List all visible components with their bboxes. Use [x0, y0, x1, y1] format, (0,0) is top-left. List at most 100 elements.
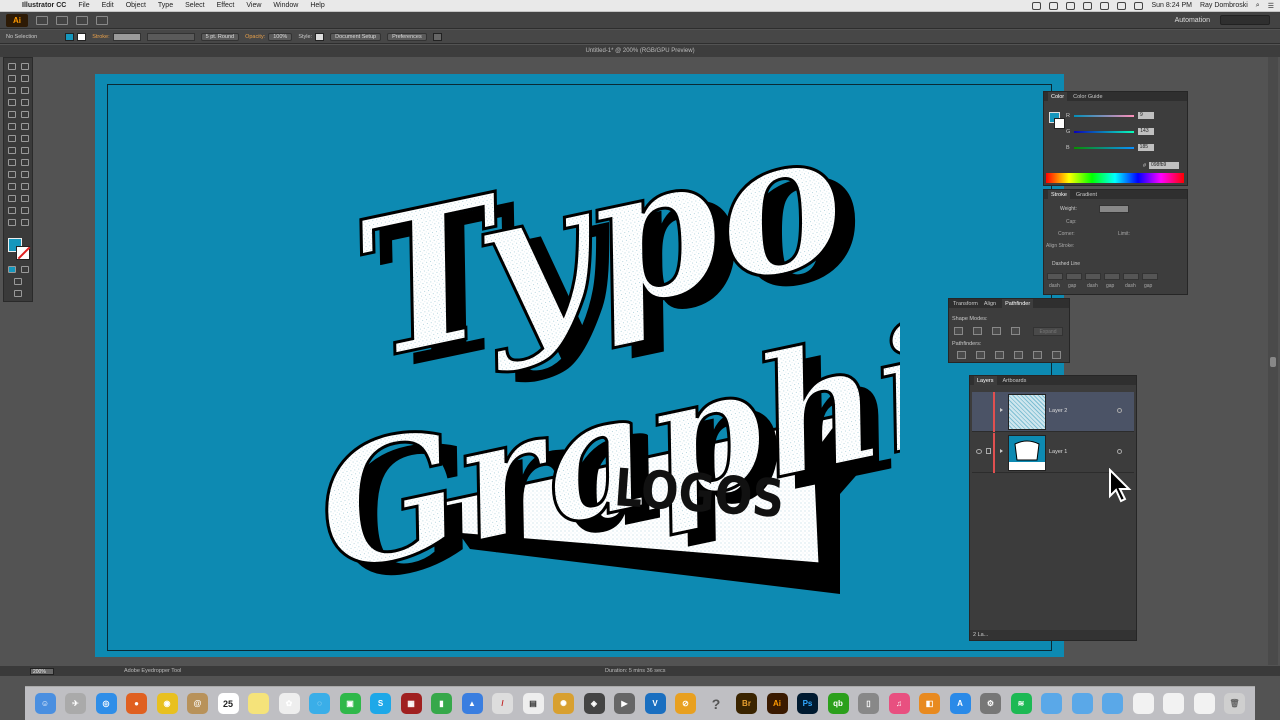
- paintbrush-tool-icon[interactable]: [21, 111, 29, 118]
- shape-builder-tool-icon[interactable]: [8, 159, 16, 166]
- rectangle-tool-icon[interactable]: [8, 111, 16, 118]
- none-mode-icon[interactable]: [21, 266, 29, 273]
- pen-tool-icon[interactable]: [8, 87, 16, 94]
- timemachine-icon[interactable]: [1066, 1, 1076, 10]
- preview-icon[interactable]: ▤: [522, 693, 544, 714]
- numbers-icon[interactable]: ▮: [431, 693, 452, 714]
- gap-field-3[interactable]: [1142, 273, 1158, 280]
- menu-select[interactable]: Select: [179, 2, 210, 9]
- dropbox-icon[interactable]: [1049, 1, 1059, 10]
- gpu-rocket-icon[interactable]: [96, 15, 108, 25]
- r-value[interactable]: 9: [1137, 112, 1154, 119]
- quicktime-icon[interactable]: ▶: [614, 693, 635, 714]
- free-transform-tool-icon[interactable]: [21, 147, 29, 154]
- brush-definition[interactable]: 5 pt. Round: [200, 32, 240, 41]
- messages-icon[interactable]: ◌: [309, 693, 330, 714]
- b-slider[interactable]: [1073, 146, 1134, 149]
- spotify-icon[interactable]: ≋: [1010, 693, 1032, 714]
- menu-file[interactable]: File: [72, 2, 95, 9]
- line-tool-icon[interactable]: [21, 99, 29, 106]
- illustrator-icon[interactable]: Ai: [766, 693, 788, 714]
- document-icon[interactable]: [1163, 693, 1184, 714]
- bluetooth-icon[interactable]: [1083, 1, 1093, 10]
- drawing-mode-icon[interactable]: [14, 278, 22, 285]
- firefox-icon[interactable]: ●: [126, 693, 147, 714]
- scanner-icon[interactable]: ▯: [858, 693, 879, 714]
- gap-field-2[interactable]: [1104, 273, 1120, 280]
- tab-layers[interactable]: Layers: [974, 376, 997, 385]
- direct-selection-tool-icon[interactable]: [21, 63, 29, 70]
- variable-width-profile[interactable]: [146, 32, 195, 41]
- trash-icon[interactable]: 🗑: [1224, 693, 1245, 714]
- notes-icon[interactable]: [248, 693, 269, 714]
- stroke-label[interactable]: Stroke:: [92, 34, 109, 40]
- minus-front-icon[interactable]: [973, 327, 982, 335]
- mesh-tool-icon[interactable]: [8, 171, 16, 178]
- tab-color[interactable]: Color: [1048, 92, 1068, 101]
- screen-record-icon[interactable]: [1032, 1, 1042, 10]
- vertical-scrollbar[interactable]: [1268, 57, 1278, 665]
- app-store-icon[interactable]: A: [949, 693, 971, 714]
- visibility-eye-icon[interactable]: [976, 449, 982, 454]
- crop-icon[interactable]: [1014, 351, 1023, 359]
- fill-color-swatch[interactable]: [65, 32, 75, 41]
- menu-effect[interactable]: Effect: [211, 2, 241, 9]
- magic-wand-tool-icon[interactable]: [8, 75, 16, 82]
- search-input[interactable]: [1220, 15, 1270, 25]
- photo-booth-icon[interactable]: ▦: [400, 693, 422, 714]
- panel-stroke-swatch[interactable]: [1054, 118, 1065, 129]
- divide-icon[interactable]: [957, 351, 966, 359]
- spotlight-icon[interactable]: ⌕: [1256, 2, 1260, 10]
- slice-tool-icon[interactable]: [21, 207, 29, 214]
- photoshop-icon[interactable]: Ps: [797, 693, 818, 714]
- contacts-icon[interactable]: @: [187, 693, 208, 714]
- tab-pathfinder[interactable]: Pathfinder: [1002, 299, 1034, 308]
- unite-icon[interactable]: [954, 327, 963, 335]
- safari-icon[interactable]: ◎: [95, 693, 117, 714]
- menu-object[interactable]: Object: [120, 2, 152, 9]
- g-value[interactable]: 143: [1138, 128, 1155, 135]
- folder-icon[interactable]: [1071, 693, 1093, 714]
- screen-mode-icon[interactable]: [14, 290, 22, 297]
- b-value[interactable]: 185: [1137, 144, 1154, 151]
- arrange-documents-icon[interactable]: [76, 15, 88, 25]
- dash-field-1[interactable]: [1047, 273, 1063, 280]
- preferences-button[interactable]: Preferences: [387, 32, 427, 41]
- stroke-color-swatch[interactable]: [77, 32, 87, 41]
- minus-back-icon[interactable]: [1052, 351, 1061, 359]
- calendar-icon[interactable]: 25: [217, 693, 239, 714]
- tab-gradient[interactable]: Gradient: [1076, 192, 1097, 198]
- opacity-label[interactable]: Opacity:: [245, 34, 265, 40]
- blend-tool-icon[interactable]: [21, 183, 29, 190]
- toolbox-stroke-swatch[interactable]: [16, 246, 30, 260]
- weight-field[interactable]: [1099, 205, 1129, 213]
- lasso-tool-icon[interactable]: [21, 75, 29, 82]
- screenflow-icon[interactable]: ⊘: [675, 693, 696, 714]
- stock-button-icon[interactable]: [56, 15, 68, 25]
- document-icon[interactable]: [1132, 693, 1154, 714]
- artboard-tool-icon[interactable]: [8, 207, 16, 214]
- lock-icon[interactable]: [986, 448, 991, 454]
- hex-field[interactable]: 098fb9: [1149, 162, 1179, 169]
- help-icon[interactable]: ?: [706, 693, 727, 714]
- curvature-tool-icon[interactable]: [21, 87, 29, 94]
- pages-icon[interactable]: ◈: [583, 693, 605, 714]
- wifi-icon[interactable]: [1100, 1, 1110, 10]
- color-spectrum[interactable]: [1046, 173, 1184, 183]
- workspace-switcher[interactable]: Automation: [1175, 17, 1210, 24]
- tab-transform[interactable]: Transform: [953, 301, 978, 307]
- document-icon[interactable]: [1193, 693, 1215, 714]
- scale-tool-icon[interactable]: [21, 135, 29, 142]
- bridge-icon[interactable]: Br: [736, 693, 757, 714]
- expand-arrow-icon[interactable]: [1000, 408, 1003, 412]
- skype-icon[interactable]: S: [370, 693, 391, 714]
- battery-icon[interactable]: [1134, 1, 1144, 10]
- target-icon[interactable]: [1117, 408, 1122, 413]
- expand-arrow-icon[interactable]: [1000, 449, 1003, 453]
- notification-center-icon[interactable]: ☰: [1268, 2, 1274, 10]
- folder-icon[interactable]: [1041, 693, 1062, 714]
- document-tab[interactable]: Untitled-1* @ 200% (RGB/GPU Preview): [0, 45, 1280, 57]
- zoom-tool-icon[interactable]: [21, 219, 29, 226]
- stroke-weight-field[interactable]: [112, 32, 141, 41]
- hand-tool-icon[interactable]: [8, 219, 16, 226]
